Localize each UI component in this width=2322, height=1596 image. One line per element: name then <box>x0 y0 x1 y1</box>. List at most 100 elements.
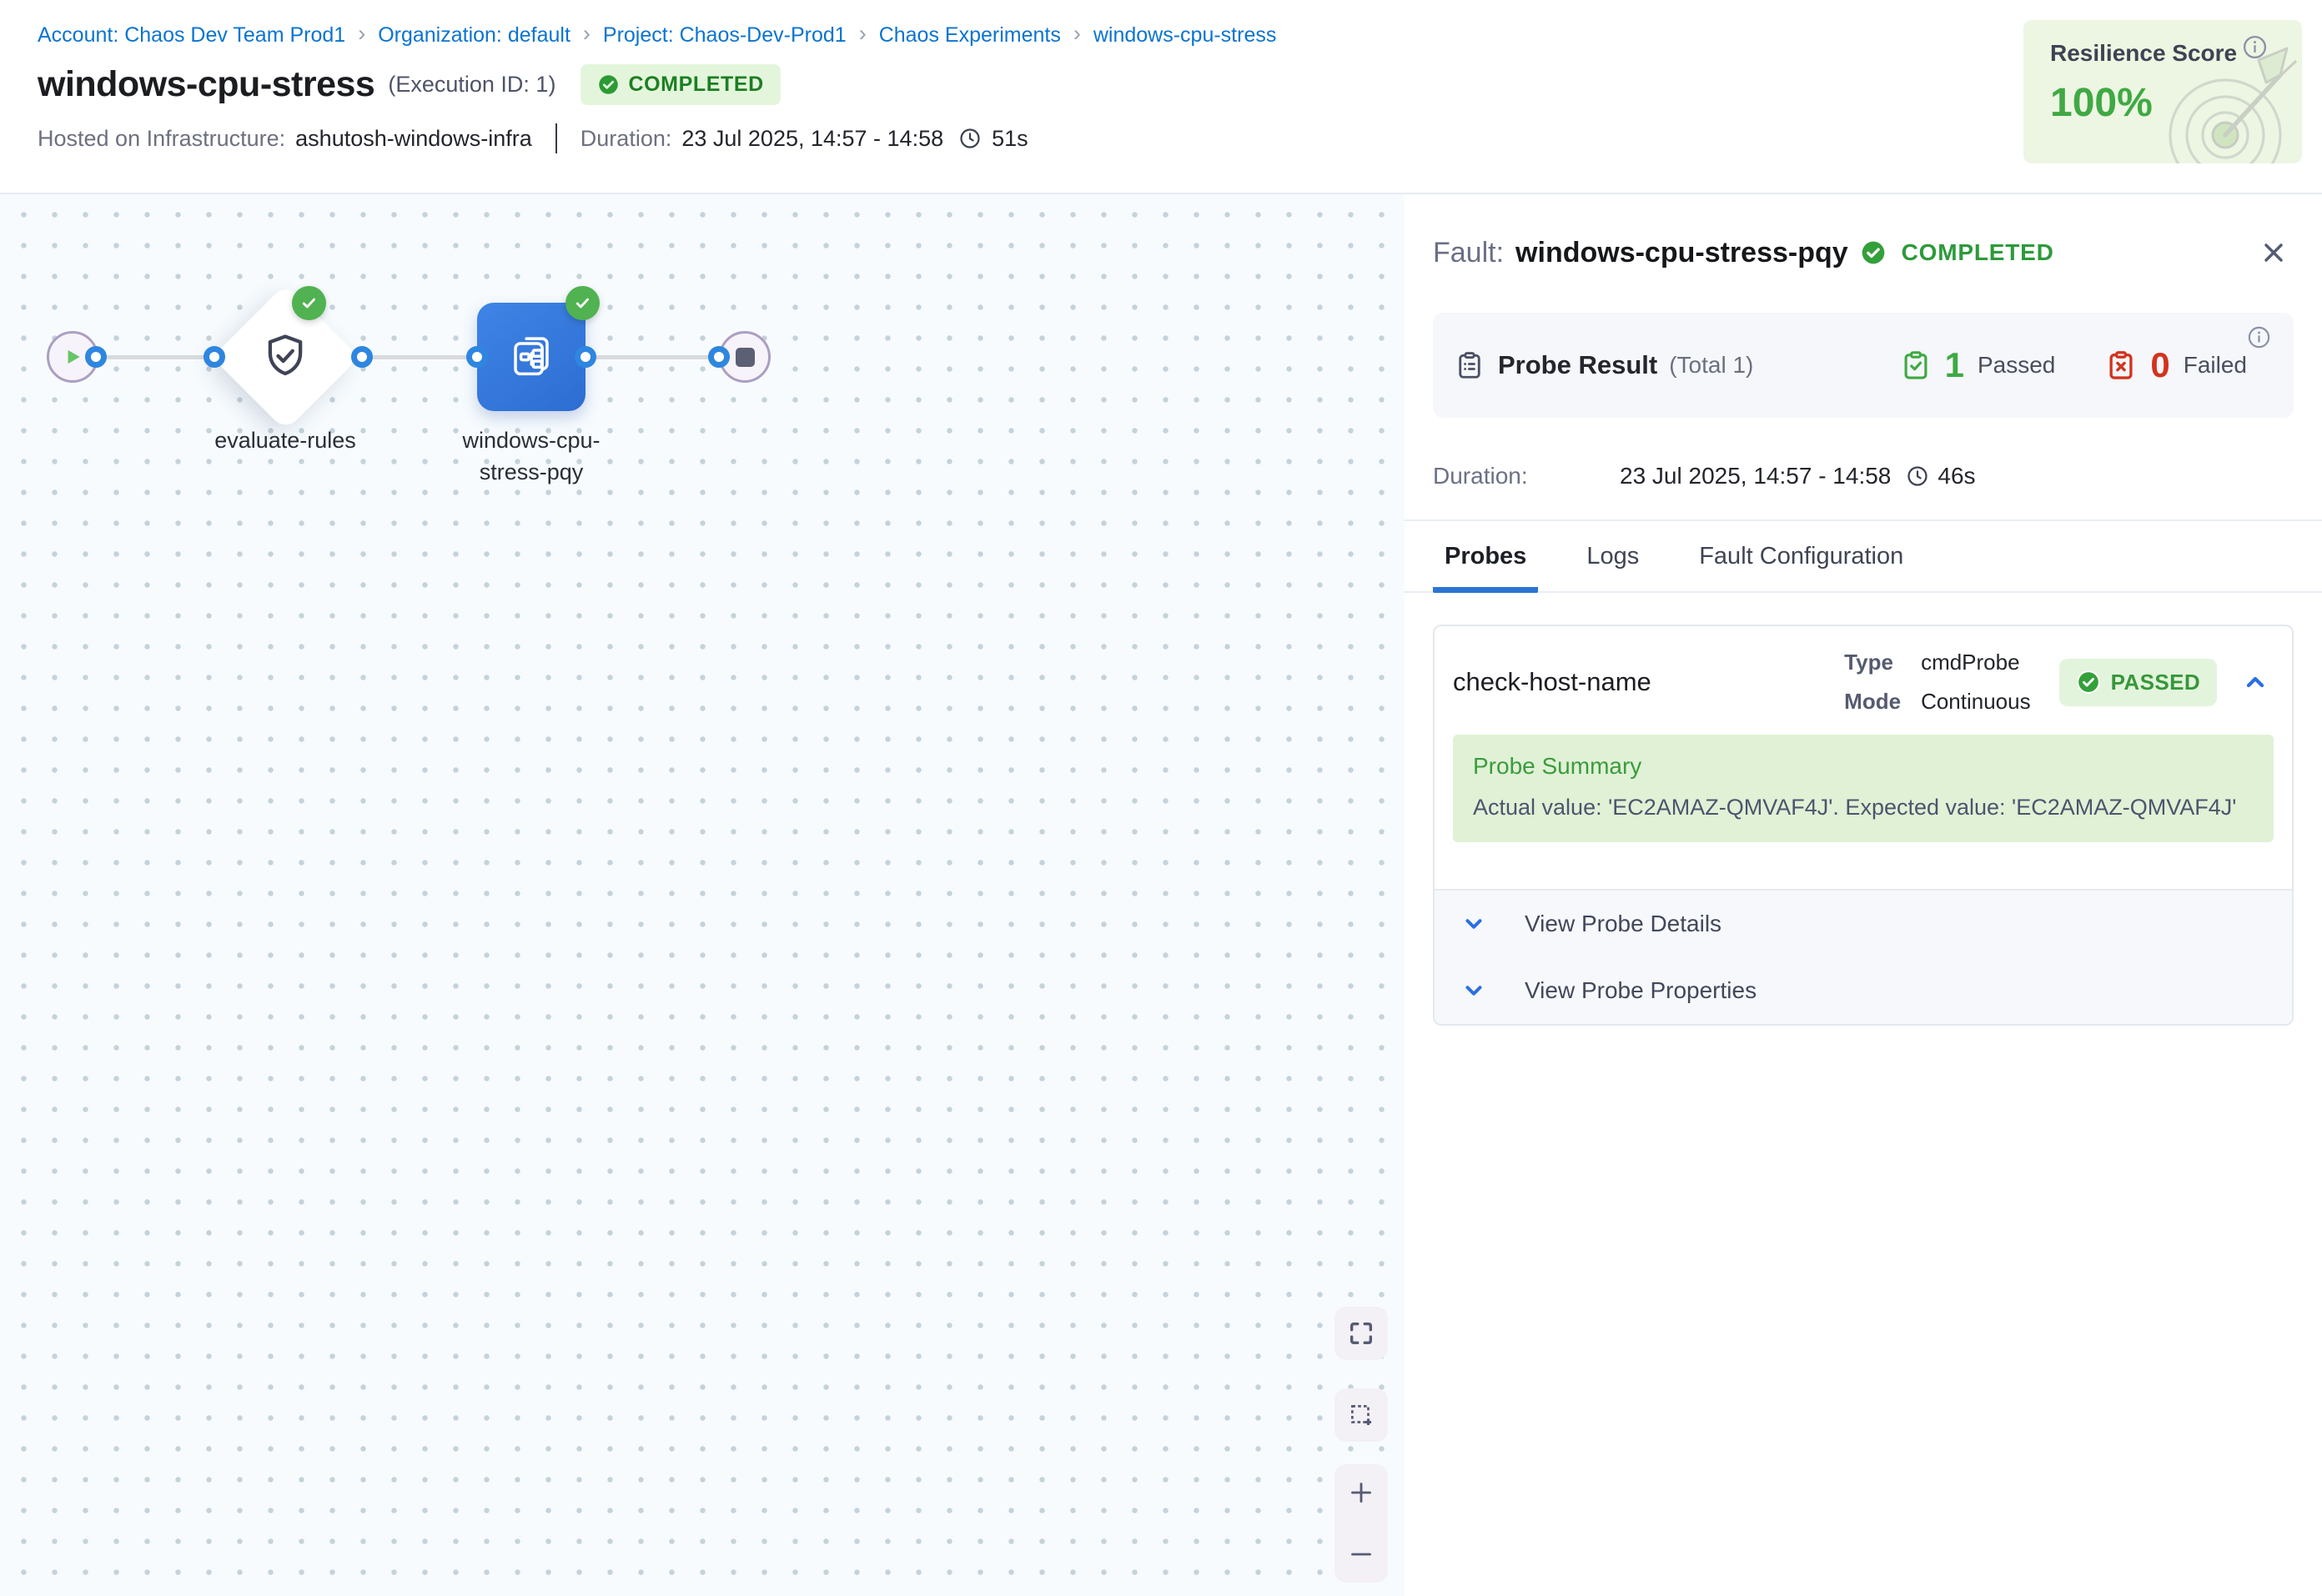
hosted-infra-label: Hosted on Infrastructure: <box>38 126 285 152</box>
edge-connector <box>85 346 107 368</box>
probe-mode-value: Continuous <box>1921 689 2031 715</box>
edge-connector <box>204 346 225 368</box>
fault-duration-row: Duration: 23 Jul 2025, 14:57 - 14:58 46s <box>1433 463 2294 489</box>
experiment-status-label: COMPLETED <box>628 73 763 97</box>
edge-connector <box>575 346 596 368</box>
fault-details-panel: Fault: windows-cpu-stress-pqy COMPLETED … <box>1405 194 2322 1596</box>
chevron-up-icon <box>2242 669 2269 695</box>
check-icon <box>573 294 592 313</box>
check-icon <box>299 294 319 313</box>
title-row: windows-cpu-stress (Execution ID: 1) COM… <box>38 64 2284 105</box>
meta-divider <box>555 123 557 153</box>
fault-node-label: windows-cpu-stress-pqy <box>456 424 606 488</box>
fault-name: windows-cpu-stress-pqy <box>1515 237 1848 269</box>
view-probe-properties-label: View Probe Properties <box>1525 977 1757 1004</box>
duration-label: Duration: <box>580 126 672 152</box>
plus-icon <box>1346 1478 1376 1508</box>
breadcrumb-separator-icon: › <box>583 23 591 45</box>
stop-icon <box>736 348 755 367</box>
failed-count: 0 <box>2150 345 2169 385</box>
check-circle-icon <box>2076 670 2101 695</box>
probe-result-total: (Total 1) <box>1669 352 1753 379</box>
check-circle-icon <box>1860 239 1887 266</box>
tab-probes[interactable]: Probes <box>1433 543 1538 593</box>
evaluate-rules-success-badge <box>292 286 326 320</box>
probe-status-badge: PASSED <box>2059 659 2217 706</box>
chevron-down-icon <box>1461 978 1486 1003</box>
clipboard-x-icon <box>2105 349 2137 381</box>
clock-icon <box>1906 464 1929 488</box>
breadcrumb: Account: Chaos Dev Team Prod1 › Organiza… <box>38 0 2284 48</box>
passed-label: Passed <box>1978 352 2055 379</box>
fault-duration-value: 23 Jul 2025, 14:57 - 14:58 <box>1620 463 1891 489</box>
passed-count-group: 1 Passed <box>1900 345 2056 385</box>
fault-panel-tabs: Probes Logs Fault Configuration <box>1405 521 2322 593</box>
experiment-meta-row: Hosted on Infrastructure: ashutosh-windo… <box>38 123 2284 153</box>
check-circle-icon <box>597 73 620 96</box>
duration-elapsed: 51s <box>992 126 1028 152</box>
view-probe-properties-row[interactable]: View Probe Properties <box>1435 957 2292 1024</box>
probe-card-footer: View Probe Details View Probe Properties <box>1435 889 2292 1024</box>
probe-name: check-host-name <box>1453 667 1844 697</box>
fault-node[interactable] <box>477 303 586 411</box>
probe-result-title: Probe Result <box>1498 350 1657 380</box>
clock-icon <box>958 127 982 150</box>
collapse-probe-button[interactable] <box>2239 665 2272 699</box>
tab-logs[interactable]: Logs <box>1575 543 1651 591</box>
probe-type-value: cmdProbe <box>1921 650 2031 675</box>
zoom-controls <box>1334 1464 1388 1583</box>
probe-card: check-host-name Type cmdProbe Mode Conti… <box>1433 625 2294 1026</box>
probe-card-header[interactable]: check-host-name Type cmdProbe Mode Conti… <box>1435 626 2292 735</box>
breadcrumb-separator-icon: › <box>358 23 365 45</box>
main-content: evaluate-rules windows-cpu-stress-pqy <box>0 194 2322 1596</box>
play-icon <box>62 346 83 368</box>
fault-experiment-icon <box>502 328 560 386</box>
fault-duration-label: Duration: <box>1433 463 1620 489</box>
fullscreen-button[interactable] <box>1334 1307 1388 1360</box>
probe-mode-label: Mode <box>1844 689 1901 715</box>
clipboard-check-icon <box>1900 349 1932 381</box>
fault-duration-elapsed: 46s <box>1938 463 1975 489</box>
view-probe-details-label: View Probe Details <box>1525 911 1721 937</box>
info-icon[interactable] <box>2246 324 2272 350</box>
probe-result-summary-card: Probe Result (Total 1) 1 Passed <box>1433 313 2294 418</box>
fault-label: Fault: <box>1433 237 1504 269</box>
view-probe-details-row[interactable]: View Probe Details <box>1435 891 2292 957</box>
failed-label: Failed <box>2184 352 2247 379</box>
pipeline-edge <box>72 355 745 359</box>
breadcrumb-organization-link[interactable]: Organization: default <box>378 23 570 48</box>
clipboard-list-icon <box>1455 350 1485 380</box>
probe-result-counts: 1 Passed 0 Failed <box>1900 345 2247 385</box>
pipeline-canvas[interactable]: evaluate-rules windows-cpu-stress-pqy <box>0 194 1405 1596</box>
breadcrumb-account-link[interactable]: Account: Chaos Dev Team Prod1 <box>38 23 345 48</box>
passed-count: 1 <box>1945 345 1964 385</box>
breadcrumb-chaos-experiments-link[interactable]: Chaos Experiments <box>879 23 1061 48</box>
zoom-in-button[interactable] <box>1343 1474 1380 1511</box>
breadcrumb-separator-icon: › <box>859 23 867 45</box>
info-icon[interactable] <box>2241 33 2269 61</box>
resilience-score-card: Resilience Score 100% <box>2023 20 2302 163</box>
probe-summary-title: Probe Summary <box>1473 753 2254 780</box>
marquee-select-icon <box>1347 1401 1375 1429</box>
edge-connector <box>466 346 488 368</box>
marquee-select-button[interactable] <box>1334 1388 1388 1442</box>
fault-panel-header: Fault: windows-cpu-stress-pqy COMPLETED <box>1433 233 2294 273</box>
probe-meta: Type cmdProbe Mode Continuous <box>1844 650 2030 715</box>
shield-check-icon <box>259 330 312 384</box>
probe-summary-box: Probe Summary Actual value: 'EC2AMAZ-QMV… <box>1453 735 2274 842</box>
evaluate-rules-label: evaluate-rules <box>202 424 369 456</box>
edge-connector <box>351 346 373 368</box>
page-title: windows-cpu-stress <box>38 64 374 105</box>
breadcrumb-current-link[interactable]: windows-cpu-stress <box>1093 23 1277 48</box>
probe-summary-text: Actual value: 'EC2AMAZ-QMVAF4J'. Expecte… <box>1473 795 2254 821</box>
tab-fault-configuration[interactable]: Fault Configuration <box>1687 543 1915 591</box>
duration-value: 23 Jul 2025, 14:57 - 14:58 <box>681 126 943 152</box>
resilience-score-value: 100% <box>2050 80 2302 126</box>
experiment-status-badge: COMPLETED <box>580 64 780 105</box>
page-header: Account: Chaos Dev Team Prod1 › Organiza… <box>0 0 2322 194</box>
breadcrumb-project-link[interactable]: Project: Chaos-Dev-Prod1 <box>603 23 847 48</box>
probe-type-label: Type <box>1844 650 1901 675</box>
zoom-out-button[interactable] <box>1343 1536 1380 1573</box>
failed-count-group: 0 Failed <box>2105 345 2247 385</box>
close-panel-button[interactable] <box>2254 233 2294 273</box>
